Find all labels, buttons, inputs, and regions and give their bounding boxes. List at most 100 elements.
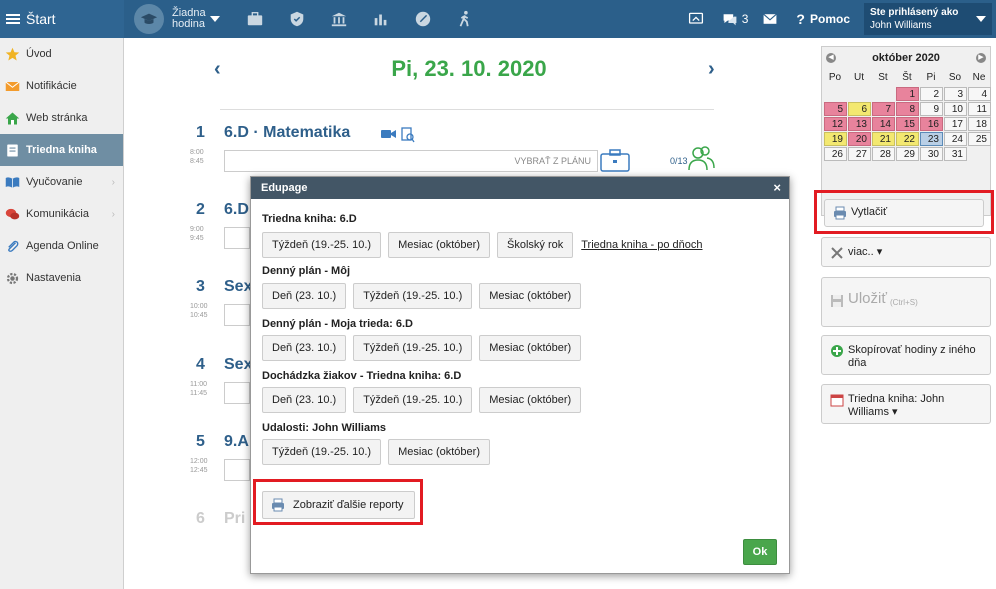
sidebar-item-uvod[interactable]: Úvod	[0, 38, 123, 70]
lesson-topic-field[interactable]	[224, 304, 250, 326]
report-week-button[interactable]: Týždeň (19.-25. 10.)	[353, 335, 473, 361]
lesson-row[interactable]: 1 8:00 8:45 6.D · Matematika VYBRAŤ Z PLÁ…	[184, 124, 784, 174]
calendar-prev-button[interactable]: ◀	[826, 53, 836, 63]
lesson-title[interactable]: 9.A	[224, 433, 249, 451]
calendar-day[interactable]: 13	[848, 117, 871, 131]
calendar-day[interactable]: 9	[920, 102, 943, 116]
calendar-day[interactable]: 16	[920, 117, 943, 131]
calendar-day[interactable]: 18	[968, 117, 991, 131]
lesson-title[interactable]: Pri	[224, 510, 245, 528]
lesson-title[interactable]: Sex	[224, 356, 252, 374]
sidebar-item-web-stranka[interactable]: Web stránka	[0, 102, 123, 134]
calendar-day[interactable]: 27	[848, 147, 871, 161]
calendar-day[interactable]: 26	[824, 147, 847, 161]
report-month-button[interactable]: Mesiac (október)	[479, 387, 582, 413]
lesson-topic-field[interactable]	[224, 227, 250, 249]
report-month-button[interactable]: Mesiac (október)	[479, 335, 582, 361]
report-week-button[interactable]: Týždeň (19.-25. 10.)	[353, 283, 473, 309]
user-menu[interactable]: Ste prihlásený ako John Williams	[864, 3, 992, 35]
walking-icon[interactable]	[444, 10, 486, 28]
clock-icon[interactable]	[402, 10, 444, 28]
calendar-day[interactable]: 2	[920, 87, 943, 101]
calendar-day[interactable]: 29	[896, 147, 919, 161]
print-button[interactable]: Vytlačiť	[824, 199, 984, 227]
video-camera-icon[interactable]	[381, 127, 397, 141]
calendar-day[interactable]: 25	[968, 132, 991, 146]
home-button[interactable]: Štart	[0, 0, 124, 38]
sidebar-item-agenda-online[interactable]: Agenda Online	[0, 230, 123, 262]
report-week-button[interactable]: Týždeň (19.-25. 10.)	[353, 387, 473, 413]
calendar-day[interactable]: 17	[944, 117, 967, 131]
calendar-day[interactable]: 1	[896, 87, 919, 101]
calendar-day[interactable]: 7	[872, 102, 895, 116]
calendar-day[interactable]: 10	[944, 102, 967, 116]
lesson-topic-field[interactable]	[224, 459, 250, 481]
calendar-day[interactable]: 23	[920, 132, 943, 146]
help-button[interactable]: ? Pomoc	[796, 11, 850, 27]
report-week-button[interactable]: Týždeň (19.-25. 10.)	[262, 232, 382, 258]
calendar-day[interactable]: 21	[872, 132, 895, 146]
document-search-icon[interactable]	[401, 127, 415, 143]
classbook-print-button[interactable]: Triedna kniha: John Williams ▾	[821, 384, 991, 424]
report-school-year-button[interactable]: Školský rok	[496, 232, 574, 258]
shield-icon[interactable]	[276, 10, 318, 28]
lesson-selector[interactable]: Žiadna hodina	[172, 8, 206, 30]
calendar-day[interactable]: 22	[896, 132, 919, 146]
mail-button[interactable]	[762, 11, 782, 27]
copy-hours-button[interactable]: Skopírovať hodiny z iného dňa	[821, 335, 991, 375]
sidebar-item-triedna-kniha[interactable]: Triedna kniha	[0, 134, 123, 166]
sidebar-item-nastavenia[interactable]: Nastavenia	[0, 262, 123, 294]
graduation-cap-icon[interactable]	[134, 4, 164, 34]
calendar-day[interactable]: 11	[968, 102, 991, 116]
lesson-title[interactable]: 6.D	[224, 201, 249, 219]
report-day-button[interactable]: Deň (23. 10.)	[262, 387, 347, 413]
report-week-button[interactable]: Týždeň (19.-25. 10.)	[262, 439, 382, 465]
calendar-day[interactable]: 12	[824, 117, 847, 131]
report-month-button[interactable]: Mesiac (október)	[388, 439, 490, 465]
bank-icon[interactable]	[318, 10, 360, 28]
calendar-day[interactable]: 6	[848, 102, 871, 116]
briefcase-icon[interactable]	[600, 148, 630, 172]
lesson-topic-field[interactable]: VYBRAŤ Z PLÁNU	[224, 150, 598, 172]
more-label: viac.. ▾	[848, 246, 883, 258]
messages-button[interactable]: 3	[722, 11, 748, 27]
calendar-day[interactable]: 31	[944, 147, 967, 161]
calendar-day[interactable]: 30	[920, 147, 943, 161]
bar-chart-icon[interactable]	[360, 10, 402, 28]
calendar-day[interactable]: 14	[872, 117, 895, 131]
lesson-title[interactable]: 6.D · Matematika	[224, 124, 350, 142]
calendar-day[interactable]: 15	[896, 117, 919, 131]
chevron-down-icon[interactable]	[210, 16, 220, 22]
lesson-title[interactable]: Sex	[224, 278, 252, 296]
report-by-days-link[interactable]: Triedna kniha - po dňoch	[581, 239, 702, 251]
sidebar-item-notifikacie[interactable]: Notifikácie	[0, 70, 123, 102]
report-month-button[interactable]: Mesiac (október)	[479, 283, 582, 309]
calendar-day[interactable]: 19	[824, 132, 847, 146]
more-reports-button[interactable]: Zobraziť ďalšie reporty	[262, 491, 415, 519]
more-button[interactable]: viac.. ▾	[821, 237, 991, 267]
calendar-day[interactable]: 20	[848, 132, 871, 146]
help-label: Pomoc	[809, 12, 850, 26]
report-day-button[interactable]: Deň (23. 10.)	[262, 283, 347, 309]
lesson-topic-field[interactable]	[224, 382, 250, 404]
menu-icon[interactable]	[6, 13, 20, 25]
calendar-day[interactable]: 3	[944, 87, 967, 101]
cast-button[interactable]	[688, 11, 708, 27]
sidebar-item-vyucovanie[interactable]: Vyučovanie ›	[0, 166, 123, 198]
ok-button[interactable]: Ok	[743, 539, 777, 565]
calendar-day[interactable]: 28	[872, 147, 895, 161]
calendar-day[interactable]: 24	[944, 132, 967, 146]
calendar-day[interactable]: 8	[896, 102, 919, 116]
close-icon[interactable]: ×	[773, 180, 781, 195]
calendar-next-button[interactable]: ▶	[976, 53, 986, 63]
sidebar-item-komunikacia[interactable]: Komunikácia ›	[0, 198, 123, 230]
students-icon[interactable]	[687, 144, 717, 174]
briefcase-icon[interactable]	[234, 10, 276, 28]
report-month-button[interactable]: Mesiac (október)	[388, 232, 490, 258]
previous-day-button[interactable]: ‹	[214, 58, 230, 81]
report-day-button[interactable]: Deň (23. 10.)	[262, 335, 347, 361]
next-day-button[interactable]: ›	[708, 58, 724, 81]
calendar-day[interactable]: 4	[968, 87, 991, 101]
calendar-day[interactable]: 5	[824, 102, 847, 116]
save-button[interactable]: Uložiť (Ctrl+S)	[821, 277, 991, 327]
